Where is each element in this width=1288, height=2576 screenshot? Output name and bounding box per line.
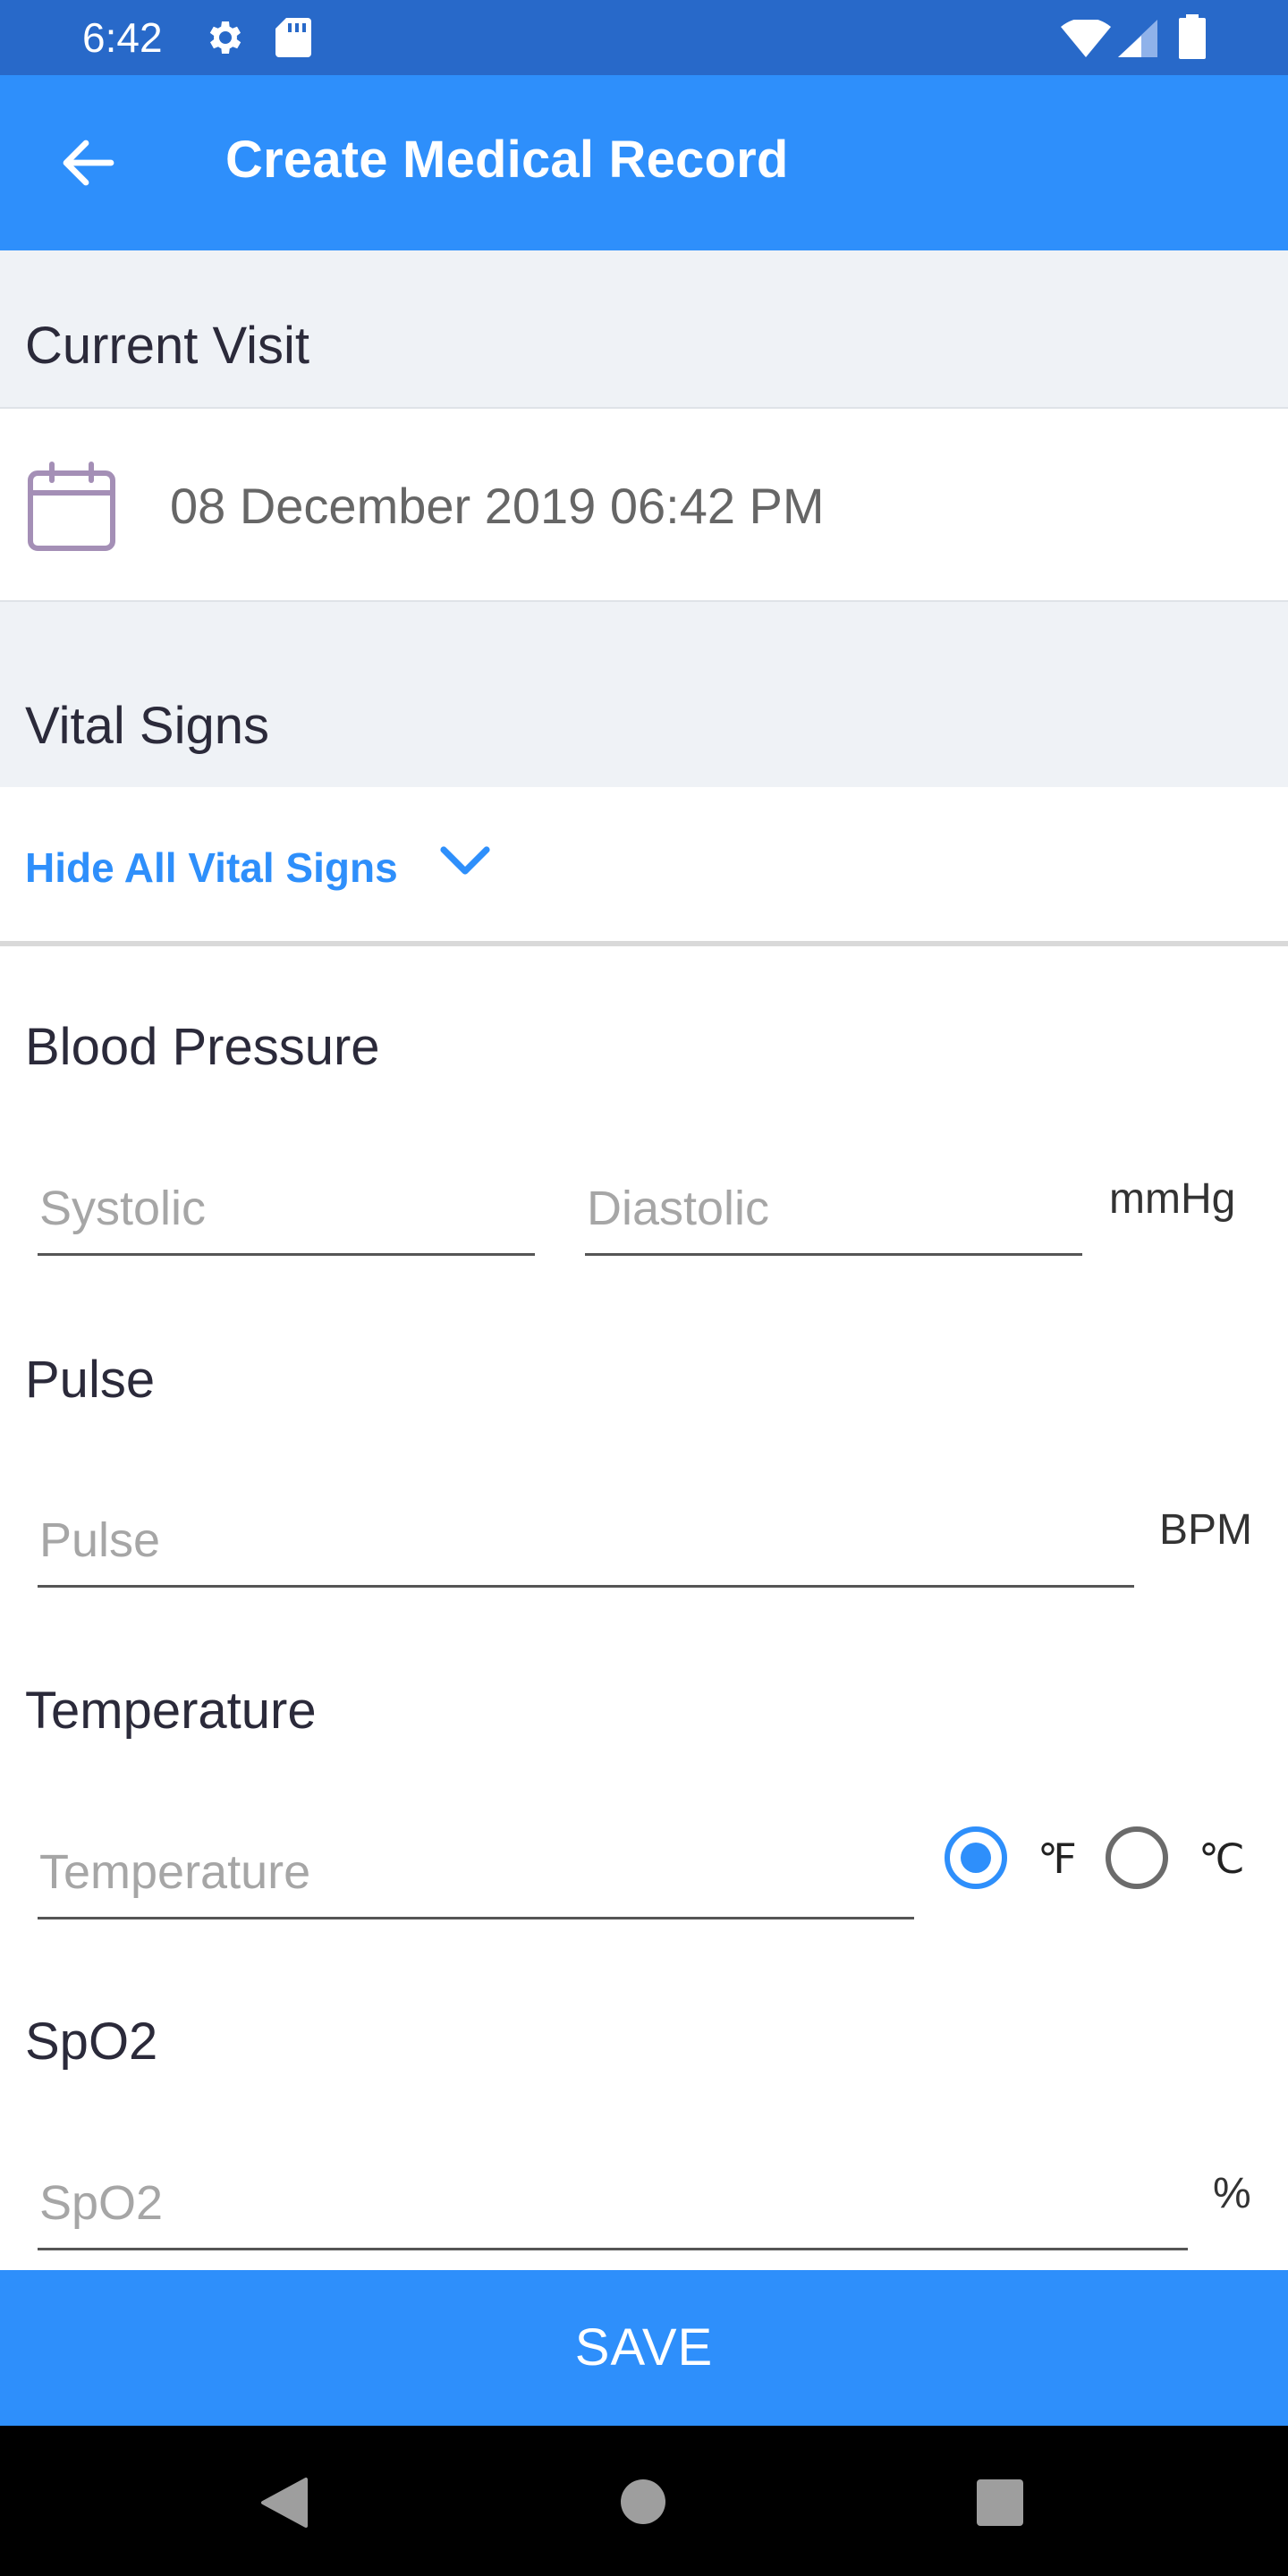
temperature-input[interactable] — [38, 1826, 914, 1917]
pulse-title: Pulse — [25, 1351, 156, 1409]
visit-date-picker[interactable]: 08 December 2019 06:42 PM — [0, 407, 1288, 602]
app-bar: Create Medical Record — [0, 75, 1288, 250]
fahrenheit-label: ℉ — [1038, 1835, 1077, 1882]
save-button[interactable]: SAVE — [0, 2270, 1288, 2426]
systolic-field[interactable] — [38, 1163, 535, 1256]
spo2-title: SpO2 — [25, 2012, 158, 2071]
current-visit-header: Current Visit — [0, 250, 1288, 407]
celsius-label: ℃ — [1199, 1835, 1245, 1882]
nav-back-icon[interactable] — [259, 2476, 309, 2529]
pulse-input[interactable] — [38, 1495, 1134, 1585]
system-nav-bar — [0, 2426, 1288, 2576]
temperature-field[interactable] — [38, 1826, 914, 1919]
temperature-title: Temperature — [25, 1682, 317, 1740]
chevron-down-icon — [440, 846, 490, 875]
nav-recents-icon[interactable] — [977, 2479, 1023, 2526]
wifi-icon — [1061, 20, 1111, 57]
status-time: 6:42 — [82, 14, 163, 61]
status-bar: 6:42 — [0, 0, 1288, 75]
back-button[interactable] — [52, 127, 123, 199]
diastolic-input[interactable] — [585, 1163, 1082, 1253]
arrow-left-icon — [63, 140, 114, 186]
battery-icon — [1179, 14, 1206, 59]
blood-pressure-unit: mmHg — [1109, 1175, 1236, 1223]
spo2-field[interactable] — [38, 2157, 1188, 2250]
hide-vital-signs-label: Hide All Vital Signs — [25, 844, 398, 891]
diastolic-field[interactable] — [585, 1163, 1082, 1256]
spo2-input[interactable] — [38, 2157, 1188, 2248]
vital-signs-title: Vital Signs — [25, 697, 269, 755]
visit-date-value: 08 December 2019 06:42 PM — [170, 478, 825, 534]
sd-card-icon — [275, 18, 311, 57]
celsius-radio[interactable] — [1106, 1826, 1168, 1889]
fahrenheit-radio[interactable] — [945, 1826, 1007, 1889]
vital-signs-header: Vital Signs — [0, 602, 1288, 787]
hide-vital-signs-toggle[interactable]: Hide All Vital Signs — [0, 787, 1288, 946]
calendar-icon — [28, 462, 115, 551]
current-visit-title: Current Visit — [25, 317, 310, 375]
pulse-field[interactable] — [38, 1495, 1134, 1588]
page-title: Create Medical Record — [225, 131, 789, 189]
nav-home-icon[interactable] — [621, 2479, 665, 2524]
signal-icon — [1118, 20, 1157, 57]
pulse-unit: BPM — [1159, 1506, 1253, 1554]
systolic-input[interactable] — [38, 1163, 535, 1253]
blood-pressure-title: Blood Pressure — [25, 1018, 380, 1076]
gear-icon — [209, 21, 242, 54]
spo2-unit: % — [1213, 2170, 1251, 2217]
